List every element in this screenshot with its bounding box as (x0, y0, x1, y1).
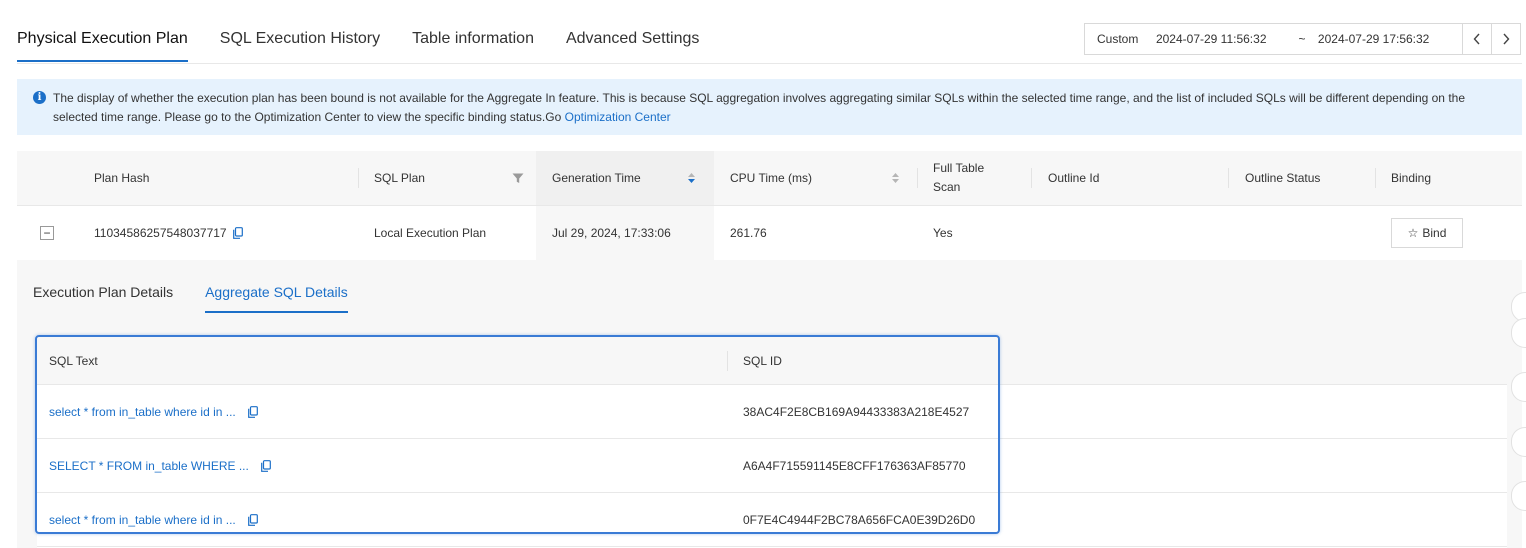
tab-physical-execution-plan[interactable]: Physical Execution Plan (17, 0, 188, 62)
header-cpu-time[interactable]: CPU Time (ms) (730, 151, 890, 205)
plan-row: − 11034586257548037717 Local Execution P… (17, 206, 1522, 261)
tab-execution-plan-details[interactable]: Execution Plan Details (33, 260, 173, 314)
cell-binding: ☆ Bind (1391, 206, 1491, 260)
collapse-icon[interactable]: − (40, 226, 54, 240)
cell-sql-id: 0F7E4C4944F2BC78A656FCA0E39D26D0 (743, 512, 976, 527)
sql-text-link[interactable]: SELECT * FROM in_table WHERE ... (49, 459, 249, 473)
cell-cpu-time: 261.76 (730, 226, 767, 240)
tab-aggregate-sql-details[interactable]: Aggregate SQL Details (205, 260, 348, 314)
cell-sql-text: SELECT * FROM in_table WHERE ... (49, 439, 709, 492)
plan-table: Plan Hash SQL Plan Generation Time CPU T… (17, 151, 1522, 261)
header-outline-status: Outline Status (1245, 171, 1321, 185)
copy-icon[interactable] (260, 459, 271, 472)
row-expand[interactable]: − (40, 206, 60, 260)
cell-outline-status (1245, 206, 1375, 260)
header-full-table-scan: Full Table Scan (933, 161, 985, 194)
cell-sql-id: A6A4F715591145E8CFF176363AF85770 (743, 458, 966, 473)
tabs-divider (17, 63, 1522, 64)
cell-sql-id: 38AC4F2E8CB169A94433383A218E4527 (743, 404, 970, 419)
header-outline-id: Outline Id (1048, 171, 1100, 185)
tab-advanced-settings[interactable]: Advanced Settings (566, 0, 699, 62)
chevron-right-icon (1503, 33, 1510, 45)
time-range-separator: ~ (1298, 32, 1306, 46)
next-range-button[interactable] (1491, 24, 1520, 54)
cell-generation-time: Jul 29, 2024, 17:33:06 (536, 206, 714, 260)
time-range-start[interactable]: 2024-07-29 11:56:32 (1143, 32, 1290, 46)
aggregate-sql-table: SQL Text SQL ID select * from in_table w… (37, 338, 1507, 548)
cell-full-table-scan: Yes (933, 226, 953, 240)
cell-sql-plan: Local Execution Plan (374, 226, 487, 240)
tab-sql-execution-history[interactable]: SQL Execution History (220, 0, 380, 62)
header-sql-text: SQL Text (49, 354, 98, 368)
time-range-preset[interactable]: Custom (1085, 32, 1143, 46)
plan-detail-panel: Execution Plan Details Aggregate SQL Det… (17, 260, 1522, 548)
copy-icon[interactable] (247, 405, 258, 418)
header-plan-hash: Plan Hash (94, 171, 150, 185)
header-sql-id: SQL ID (743, 354, 782, 368)
table-row: select * from in_table where id in ... 0… (37, 493, 1507, 547)
optimization-center-link[interactable]: Optimization Center (565, 110, 671, 124)
table-row: select * from in_table where id in ... 3… (37, 385, 1507, 439)
info-notice: i The display of whether the execution p… (17, 79, 1522, 135)
time-range-end[interactable]: 2024-07-29 17:56:32 (1314, 32, 1463, 46)
main-tabs: Physical Execution Plan SQL Execution Hi… (17, 0, 731, 64)
header-sql-plan: SQL Plan (374, 171, 425, 185)
header-binding: Binding (1391, 171, 1432, 185)
time-range-picker[interactable]: Custom 2024-07-29 11:56:32 ~ 2024-07-29 … (1084, 23, 1521, 55)
cell-sql-text: select * from in_table where id in ... (49, 493, 709, 546)
sort-icon[interactable] (891, 171, 900, 185)
plan-table-header: Plan Hash SQL Plan Generation Time CPU T… (17, 151, 1522, 206)
sql-text-link[interactable]: select * from in_table where id in ... (49, 513, 236, 527)
chevron-left-icon (1473, 33, 1480, 45)
notice-text: The display of whether the execution pla… (53, 91, 1465, 124)
table-row: SELECT * FROM in_table WHERE ... A6A4F71… (37, 439, 1507, 493)
info-icon: i (33, 91, 46, 104)
cell-plan-hash: 11034586257548037717 (94, 206, 354, 260)
cell-outline-id (1048, 206, 1228, 260)
prev-range-button[interactable] (1462, 24, 1491, 54)
aggregate-table-header: SQL Text SQL ID (37, 338, 1507, 385)
filter-icon[interactable] (512, 173, 524, 184)
sort-desc-icon[interactable] (687, 171, 696, 185)
sql-text-link[interactable]: select * from in_table where id in ... (49, 405, 236, 419)
star-icon: ☆ (1407, 226, 1419, 240)
bind-button[interactable]: ☆ Bind (1391, 218, 1463, 248)
copy-icon[interactable] (247, 513, 258, 526)
detail-tabs: Execution Plan Details Aggregate SQL Det… (33, 260, 380, 314)
copy-icon[interactable] (232, 227, 243, 239)
cell-sql-text: select * from in_table where id in ... (49, 385, 709, 438)
tab-table-information[interactable]: Table information (412, 0, 534, 62)
